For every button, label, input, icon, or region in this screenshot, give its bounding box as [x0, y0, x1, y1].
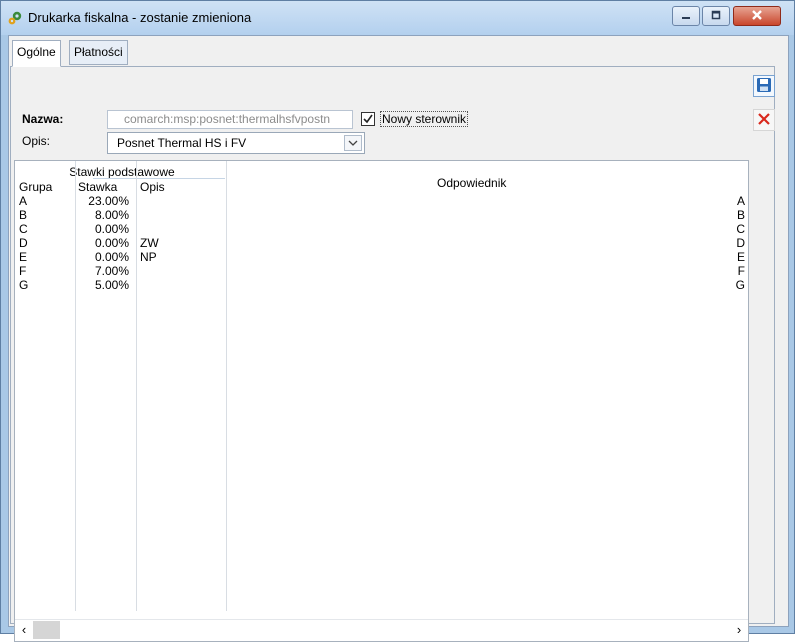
- table-row[interactable]: D 0.00% ZW D: [15, 236, 748, 250]
- cell-opis: ZW: [140, 236, 159, 250]
- opis-selected-value: Posnet Thermal HS i FV: [117, 136, 247, 150]
- checkmark-icon: [363, 114, 373, 124]
- cell-odpowiednik: C: [736, 222, 745, 236]
- cell-odpowiednik: G: [735, 278, 745, 292]
- cell-stawka: 0.00%: [94, 236, 129, 250]
- cell-opis: NP: [140, 250, 157, 264]
- title-bar[interactable]: Drukarka fiskalna - zostanie zmieniona: [1, 1, 794, 35]
- column-header-grupa[interactable]: Grupa: [19, 180, 52, 194]
- table-row[interactable]: C 0.00% C: [15, 222, 748, 236]
- save-button[interactable]: [753, 75, 775, 97]
- vat-rates-grid[interactable]: Stawki podstawowe Grupa Stawka Opis Odpo…: [14, 160, 749, 642]
- table-row[interactable]: F 7.00% F: [15, 264, 748, 278]
- cell-grupa: F: [19, 264, 27, 278]
- dialog-window: Drukarka fiskalna - zostanie zmieniona O…: [0, 0, 795, 642]
- cell-odpowiednik: B: [736, 208, 745, 222]
- nowy-sterownik-label[interactable]: Nowy sterownik: [380, 111, 469, 127]
- opis-dropdown[interactable]: Posnet Thermal HS i FV: [107, 132, 365, 154]
- scroll-right-icon[interactable]: ›: [732, 622, 746, 638]
- chevron-down-icon[interactable]: [344, 135, 362, 151]
- window-title: Drukarka fiskalna - zostanie zmieniona: [28, 10, 252, 25]
- cell-stawka: 8.00%: [94, 208, 129, 222]
- window-close-button[interactable]: [733, 6, 781, 26]
- column-header-stawka[interactable]: Stawka: [78, 180, 117, 194]
- cell-odpowiednik: D: [736, 236, 745, 250]
- cell-stawka: 0.00%: [94, 222, 129, 236]
- cell-grupa: C: [19, 222, 28, 236]
- cell-odpowiednik: E: [736, 250, 745, 264]
- cancel-button[interactable]: [753, 109, 775, 131]
- nazwa-label: Nazwa:: [22, 112, 64, 126]
- cell-grupa: B: [19, 208, 28, 222]
- group-header-stawki: Stawki podstawowe: [69, 165, 175, 179]
- dialog-client-area: Ogólne Płatności Nazwa: comarch:msp:posn…: [8, 35, 789, 642]
- horizontal-scrollbar[interactable]: ‹ ›: [15, 619, 748, 641]
- window-close-icon: [751, 9, 763, 24]
- column-header-odpowiednik[interactable]: Odpowiednik: [437, 176, 506, 190]
- table-row[interactable]: A 23.00% A: [15, 194, 748, 208]
- tab-panel-ogolne: Nazwa: comarch:msp:posnet:thermalhsfvpos…: [10, 66, 775, 642]
- table-row[interactable]: E 0.00% NP E: [15, 250, 748, 264]
- tab-ogolne[interactable]: Ogólne: [12, 40, 61, 67]
- cell-stawka: 7.00%: [94, 264, 129, 278]
- table-row[interactable]: G 5.00% G: [15, 278, 748, 292]
- tab-platnosci[interactable]: Płatności: [69, 40, 128, 65]
- maximize-icon: [711, 9, 721, 23]
- cell-stawka: 0.00%: [94, 250, 129, 264]
- cell-grupa: A: [19, 194, 28, 208]
- minimize-icon: [681, 9, 691, 23]
- minimize-button[interactable]: [672, 6, 700, 26]
- column-header-opis[interactable]: Opis: [140, 180, 165, 194]
- close-x-icon: [757, 112, 771, 129]
- group-header-underline: [93, 178, 225, 179]
- opis-label: Opis:: [22, 134, 51, 148]
- table-row[interactable]: B 8.00% B: [15, 208, 748, 222]
- cell-grupa: G: [19, 278, 29, 292]
- floppy-disk-icon: [756, 77, 772, 96]
- nowy-sterownik-checkbox[interactable]: [361, 112, 375, 126]
- cell-odpowiednik: F: [737, 264, 745, 278]
- cell-stawka: 5.00%: [94, 278, 129, 292]
- cell-grupa: D: [19, 236, 28, 250]
- cell-grupa: E: [19, 250, 28, 264]
- cell-odpowiednik: A: [736, 194, 745, 208]
- maximize-button[interactable]: [702, 6, 730, 26]
- nazwa-field[interactable]: comarch:msp:posnet:thermalhsfvpostn: [107, 110, 353, 129]
- cell-stawka: 23.00%: [88, 194, 129, 208]
- scrollbar-thumb[interactable]: [33, 621, 60, 639]
- gear-icon: [7, 10, 23, 26]
- scroll-left-icon[interactable]: ‹: [17, 622, 31, 638]
